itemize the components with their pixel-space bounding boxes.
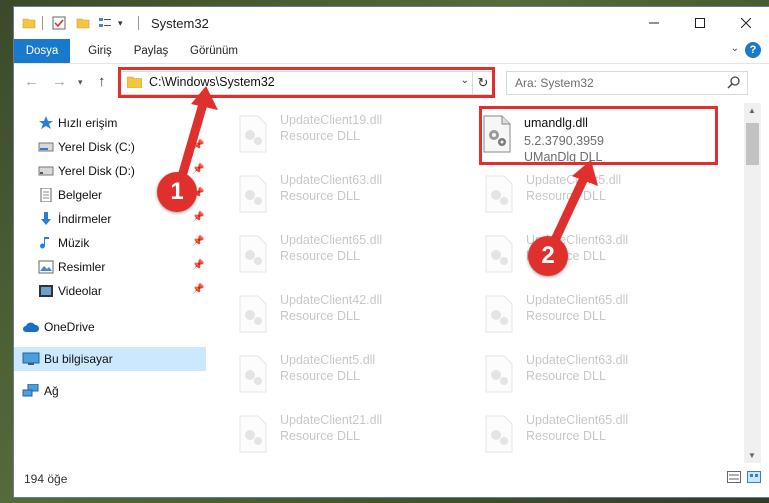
annotation-arrows <box>173 86 598 257</box>
step-badge-2: 2 <box>528 236 568 276</box>
step-badge-1: 1 <box>157 172 197 212</box>
